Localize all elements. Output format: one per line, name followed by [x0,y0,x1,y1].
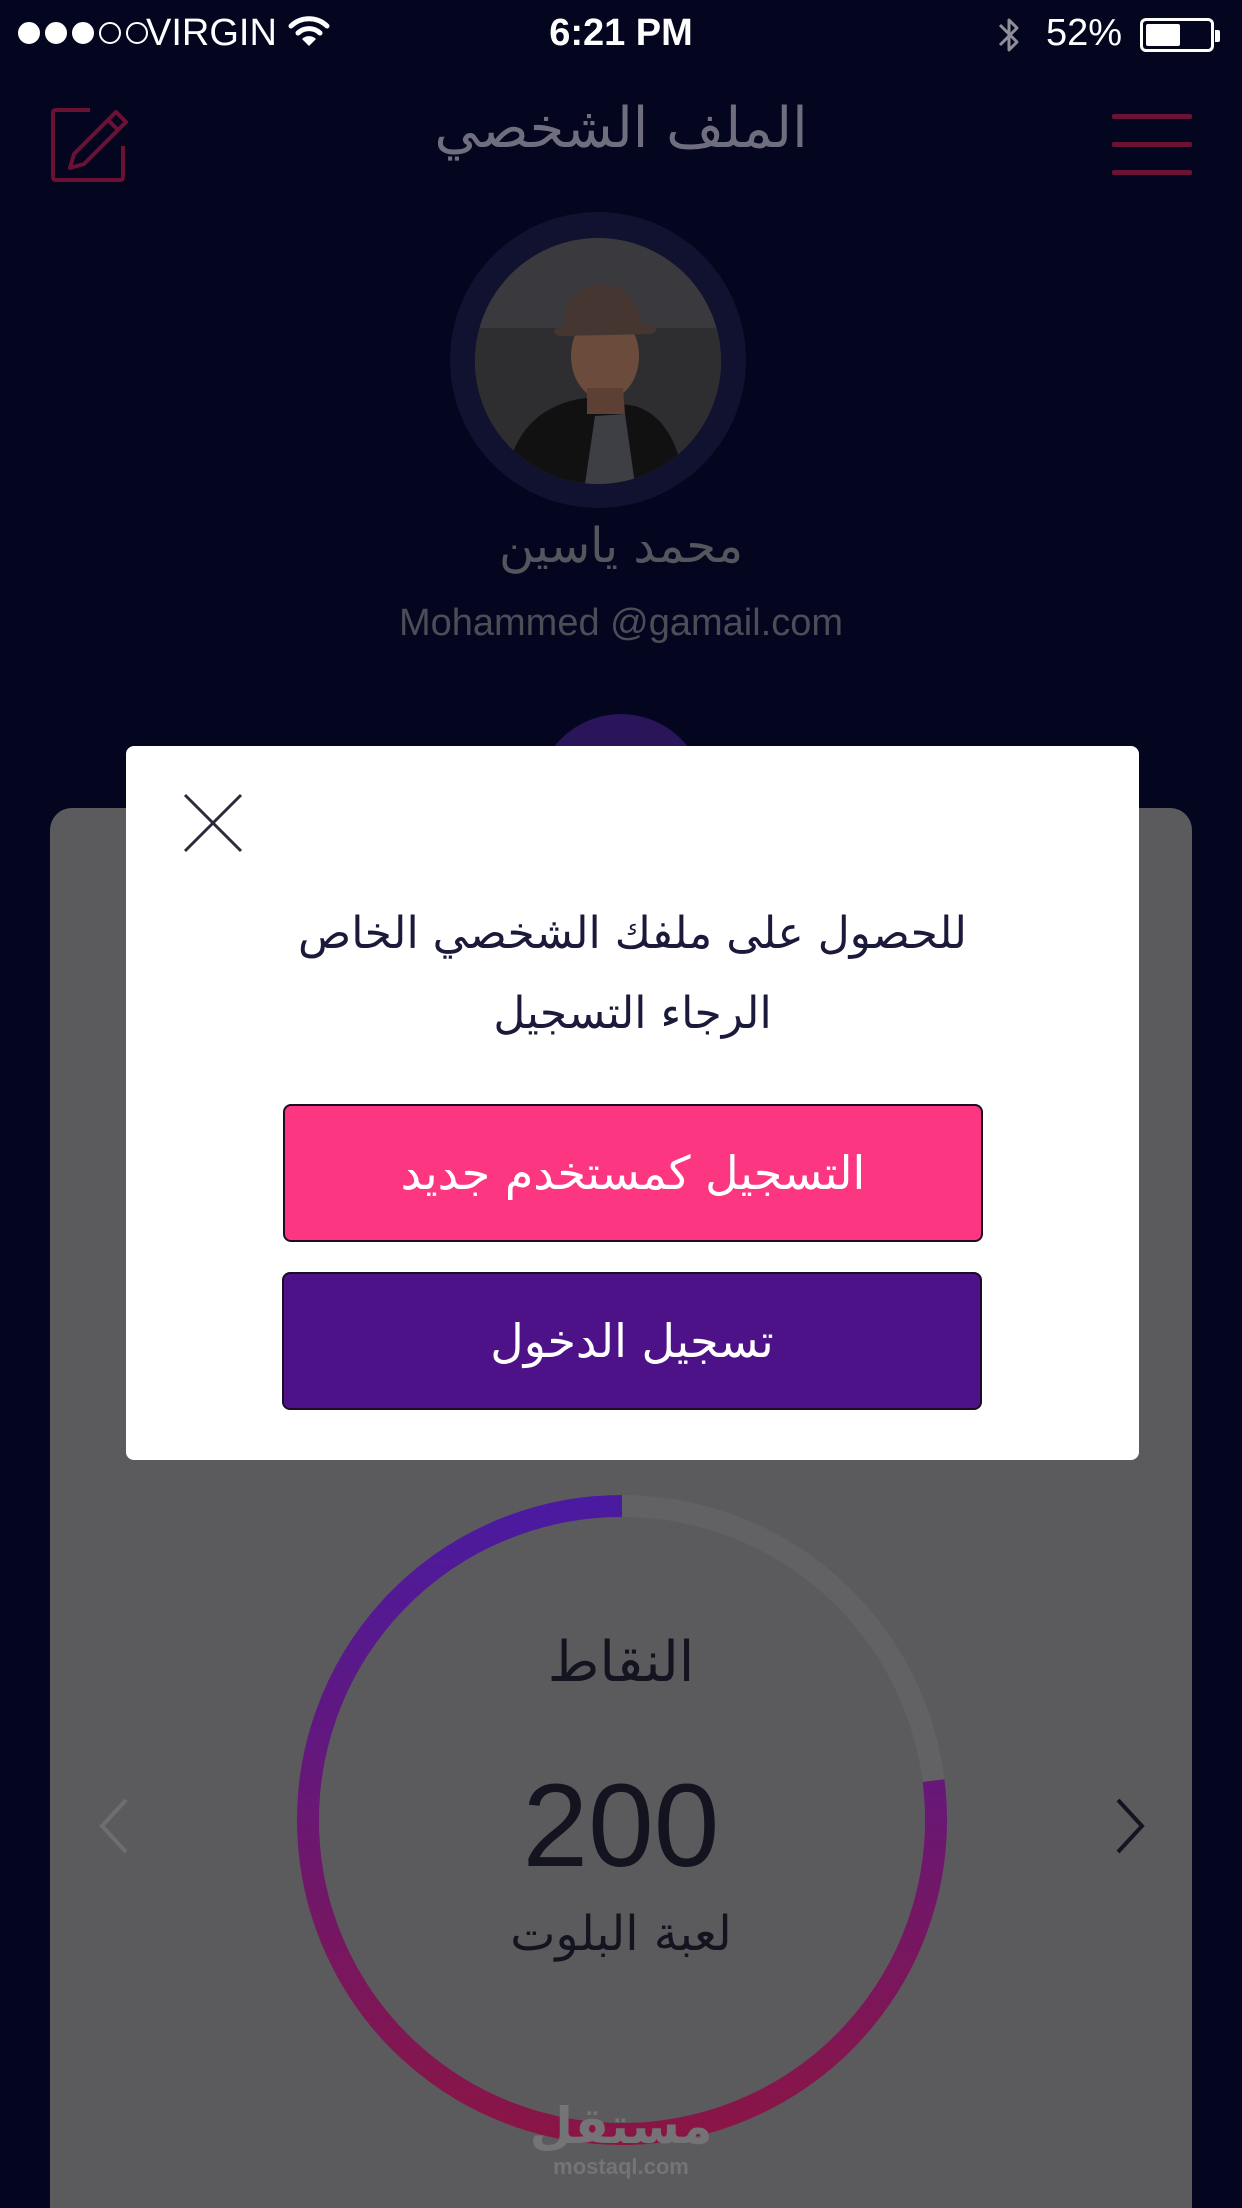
chevron-left-icon [99,1798,128,1854]
next-arrow-button[interactable] [1110,1796,1150,1856]
login-button[interactable]: تسجيل الدخول [282,1272,982,1410]
register-button[interactable]: التسجيل كمستخدم جديد [283,1104,983,1242]
watermark: مستقل mostaql.com [0,2098,1242,2180]
watermark-url: mostaql.com [553,2154,689,2179]
game-name: لعبة البلوت [510,1906,732,1962]
modal-message-line2: الرجاء التسجيل [493,988,772,1039]
profile-screen: VIRGIN 6:21 PM 52% الملف الشخصي محمد ياس… [0,0,1242,2208]
signup-modal: للحصول على ملفك الشخصي الخاص الرجاء التس… [126,746,1139,1460]
close-icon [183,793,243,853]
points-label: النقاط [547,1630,695,1695]
chevron-right-icon [1116,1798,1145,1854]
modal-message-line1: للحصول على ملفك الشخصي الخاص [298,908,967,959]
previous-arrow-button[interactable] [96,1796,136,1856]
close-button[interactable] [182,792,244,854]
points-value: 200 [522,1760,720,1892]
modal-message: للحصول على ملفك الشخصي الخاص الرجاء التس… [126,894,1139,1054]
watermark-logo: مستقل [529,2097,713,2155]
